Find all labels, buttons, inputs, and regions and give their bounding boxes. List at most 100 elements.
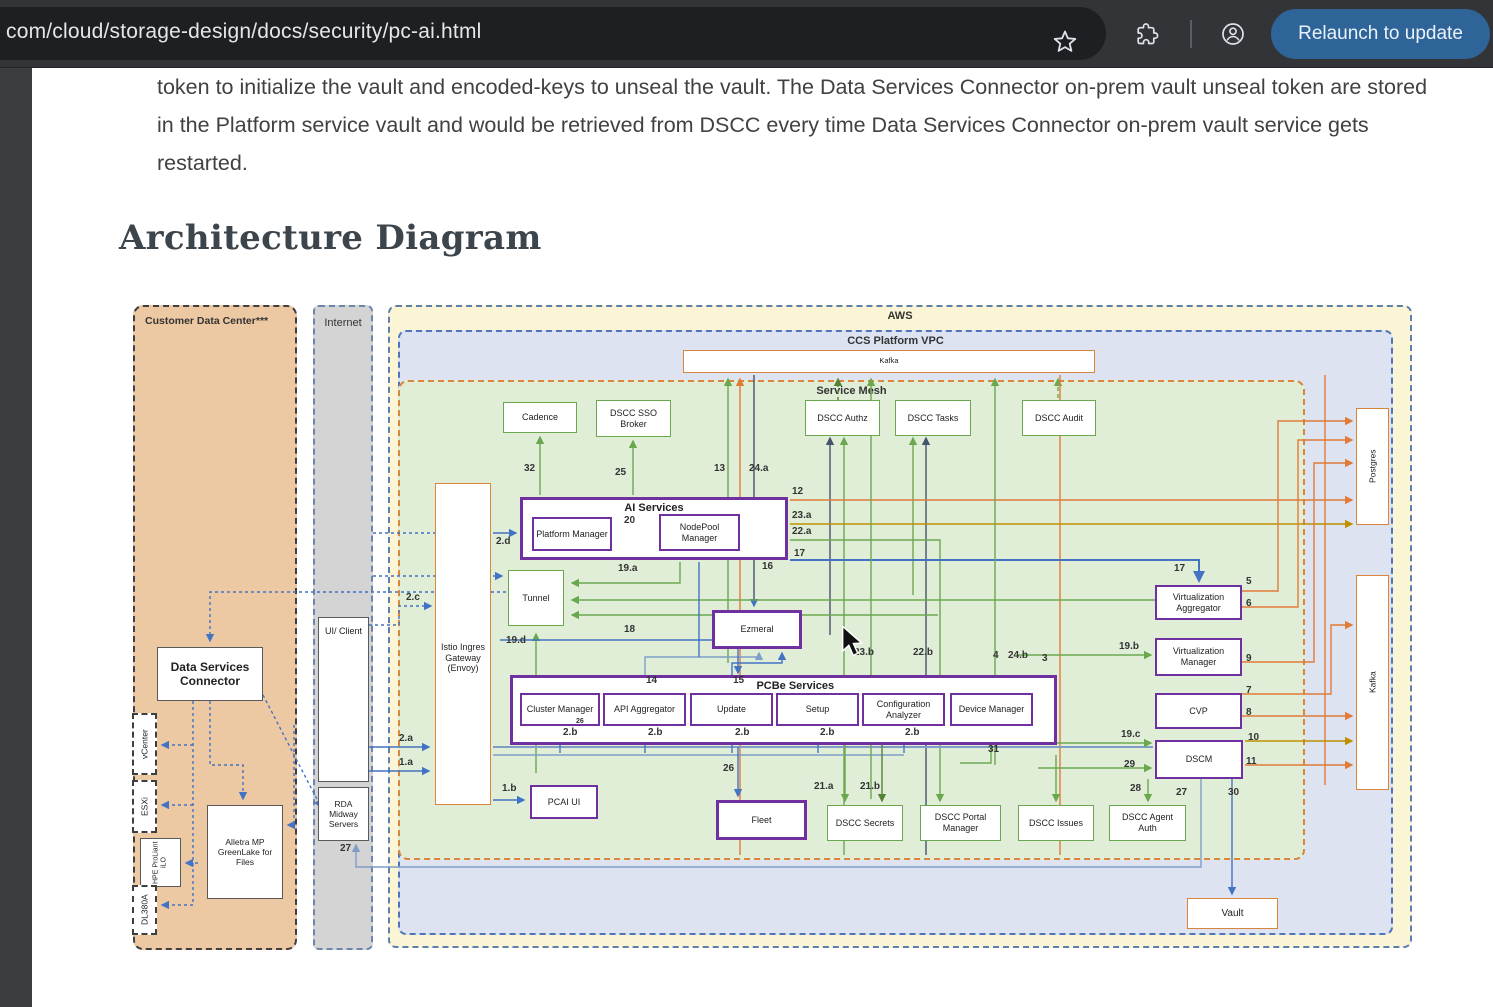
node-rda-midway-servers: RDA Midway Servers [318, 787, 369, 841]
extensions-puzzle-icon[interactable] [1135, 22, 1159, 46]
edge-label: 15 [733, 675, 744, 686]
edge-label: 10 [1248, 732, 1259, 743]
edge-label: 13 [714, 463, 725, 474]
edge-label: 7 [1246, 685, 1252, 696]
toolbar-separator [1190, 20, 1192, 48]
node-cadence: Cadence [503, 402, 577, 433]
architecture-diagram: Customer Data Center*** Internet AWS CCS… [118, 295, 1414, 957]
edge-label: 22.a [792, 526, 811, 537]
node-dscc-agent-auth: DSCC Agent Auth [1109, 805, 1186, 841]
node-dscc-tasks: DSCC Tasks [895, 400, 971, 436]
node-api-aggregator: API Aggregator [603, 693, 686, 726]
edge-label: 29 [1124, 759, 1135, 770]
edge-label: 14 [646, 675, 657, 686]
profile-account-icon[interactable] [1221, 22, 1245, 46]
window-edge [0, 68, 32, 1007]
node-alletra-mp: Alletra MP GreenLake for Files [207, 805, 283, 899]
edge-label: 19.a [618, 563, 637, 574]
node-vault: Vault [1187, 898, 1278, 929]
node-esxi: ESXi [132, 780, 157, 833]
browser-toolbar: com/cloud/storage-design/docs/security/p… [0, 0, 1493, 68]
node-dscc-portal-manager: DSCC Portal Manager [920, 805, 1001, 841]
edge-label: 9 [1246, 653, 1252, 664]
node-dscc-sso-broker: DSCC SSO Broker [596, 400, 671, 437]
url-text[interactable]: com/cloud/storage-design/docs/security/p… [6, 20, 482, 44]
relaunch-to-update-button[interactable]: Relaunch to update [1271, 9, 1490, 59]
node-data-services-connector: Data Services Connector [157, 647, 263, 701]
node-hpe-proliant: HPE ProLiant iLO [140, 838, 181, 887]
node-pcai-ui: PCAI UI [530, 785, 598, 819]
edge-label: 19.b [1119, 641, 1139, 652]
edge-label: 20 [624, 515, 635, 526]
node-update: Update [690, 693, 773, 726]
node-cvp: CVP [1155, 693, 1242, 729]
node-ui-client: UI/ Client [318, 617, 369, 782]
edge-label: 17 [794, 548, 805, 559]
edge-label: 22.b [913, 647, 933, 658]
edge-label: 25 [615, 467, 626, 478]
edge-label: 2.b [648, 727, 662, 738]
edge-label: 16 [762, 561, 773, 572]
edge-label: 19.c [1121, 729, 1140, 740]
edge-label: 32 [524, 463, 535, 474]
node-dscc-audit: DSCC Audit [1022, 400, 1096, 436]
edge-label: 31 [988, 744, 999, 755]
edge-label: 12 [792, 486, 803, 497]
edge-label: 2.c [406, 592, 420, 603]
node-dl380a: DL380A [132, 885, 157, 935]
edge-label: 21.b [860, 781, 880, 792]
address-bar[interactable]: com/cloud/storage-design/docs/security/p… [0, 7, 1106, 60]
node-nodepool-manager: NodePool Manager [659, 514, 740, 551]
node-ezmeral: Ezmeral [712, 610, 802, 649]
edge-label: 1.a [399, 757, 413, 768]
node-virtualization-aggregator: Virtualization Aggregator [1155, 585, 1242, 620]
edge-label: 27 [340, 843, 351, 854]
node-cluster-manager: Cluster Manager [520, 693, 600, 726]
edge-label: 19.d [506, 635, 526, 646]
edge-label: 18 [624, 624, 635, 635]
node-dscc-authz: DSCC Authz [805, 400, 880, 436]
node-kafka-right: Kafka [1356, 575, 1389, 790]
edge-label: 8 [1246, 707, 1252, 718]
edge-label: 17 [1174, 563, 1185, 574]
doc-paragraph: token to initialize the vault and encode… [157, 68, 1437, 182]
edge-label: 28 [1130, 783, 1141, 794]
node-device-manager: Device Manager [950, 693, 1033, 726]
node-virtualization-manager: Virtualization Manager [1155, 638, 1242, 676]
mouse-cursor [841, 625, 867, 657]
node-setup: Setup [776, 693, 859, 726]
node-kafka-top: Kafka [683, 350, 1095, 373]
edge-label: 2.b [820, 727, 834, 738]
edge-label: 2.b [735, 727, 749, 738]
edge-label: 26 [576, 718, 584, 725]
node-platform-manager: Platform Manager [532, 517, 612, 551]
node-istio-ingress-gateway: Istio Ingres Gateway (Envoy) [435, 483, 491, 805]
edge-label: 11 [1246, 756, 1257, 767]
edge-label: 1.b [502, 783, 516, 794]
page-title: Architecture Diagram [119, 218, 542, 258]
edge-label: 23.a [792, 510, 811, 521]
edge-label: 26 [723, 763, 734, 774]
node-vcenter: vCenter [132, 713, 157, 775]
edge-label: 2.b [563, 727, 577, 738]
node-dscc-issues: DSCC Issues [1018, 805, 1094, 841]
edge-label: 3 [1042, 653, 1048, 664]
node-tunnel: Tunnel [508, 570, 564, 626]
edge-label: 2.d [496, 536, 510, 547]
bookmark-star-icon[interactable] [1053, 29, 1077, 53]
edge-label: 5 [1246, 576, 1252, 587]
edge-label: 27 [1176, 787, 1187, 798]
node-configuration-analyzer: Configuration Analyzer [862, 693, 945, 726]
node-dscm: DSCM [1155, 740, 1243, 779]
edge-label: 6 [1246, 598, 1252, 609]
node-postgres: Postgres [1356, 408, 1389, 525]
node-fleet: Fleet [716, 800, 807, 840]
edge-label: 2.a [399, 733, 413, 744]
node-dscc-secrets: DSCC Secrets [827, 805, 903, 841]
edge-label: 24.b [1008, 650, 1028, 661]
edge-label: 21.a [814, 781, 833, 792]
edge-label: 24.a [749, 463, 768, 474]
edge-label: 30 [1228, 787, 1239, 798]
edge-label: 2.b [905, 727, 919, 738]
browser-window: com/cloud/storage-design/docs/security/p… [0, 0, 1493, 1007]
